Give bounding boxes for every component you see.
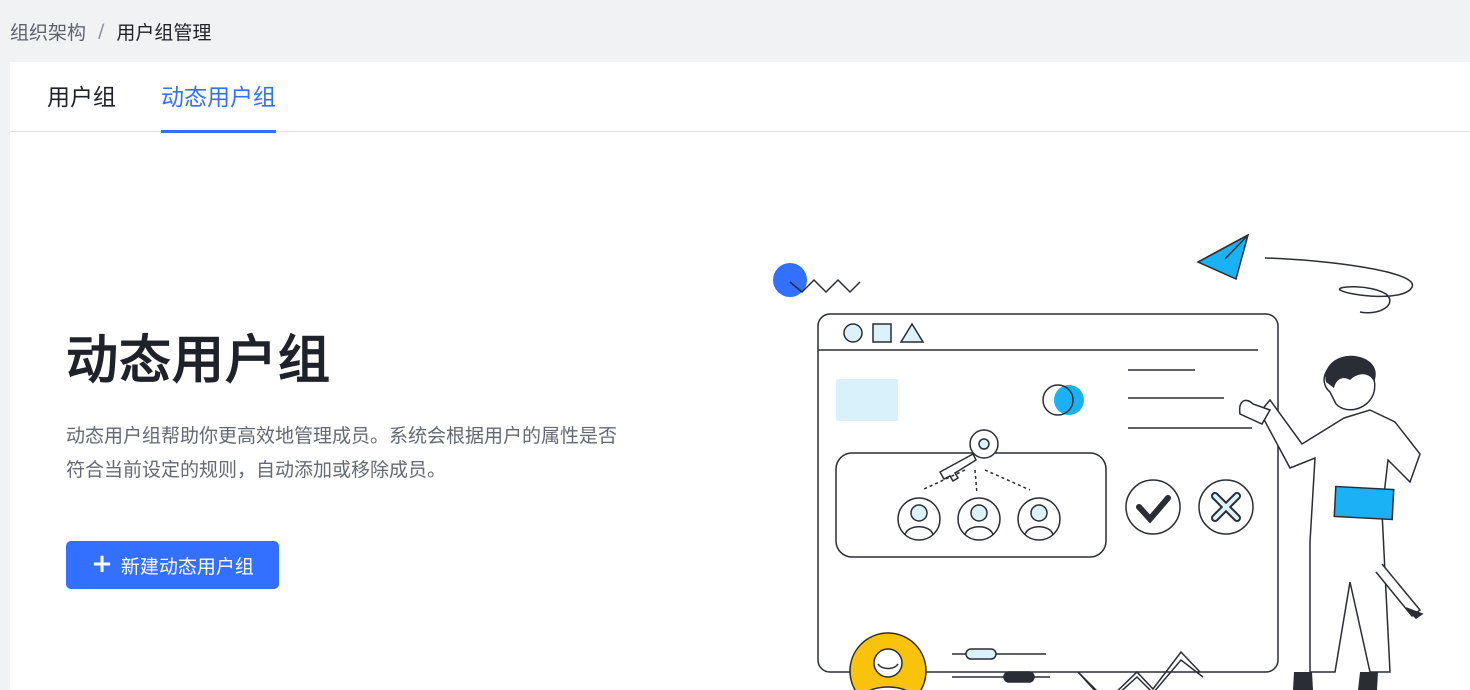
content-card: 用户组 动态用户组 动态用户组 动态用户组帮助你更高效地管理成员。系统会根据用户… bbox=[10, 62, 1470, 690]
tab-dynamic-user-groups[interactable]: 动态用户组 bbox=[161, 62, 276, 133]
breadcrumb: 组织架构 / 用户组管理 bbox=[10, 0, 211, 62]
circle-shape-icon bbox=[843, 323, 863, 343]
breadcrumb-current: 用户组管理 bbox=[116, 21, 212, 44]
create-dynamic-group-button[interactable]: + 新建动态用户组 bbox=[66, 541, 279, 589]
square-shape-icon bbox=[872, 323, 892, 343]
plus-icon: + bbox=[91, 549, 113, 579]
breadcrumb-org-structure[interactable]: 组织架构 bbox=[10, 18, 86, 45]
check-circle-icon bbox=[1125, 479, 1181, 535]
page-description: 动态用户组帮助你更高效地管理成员。系统会根据用户的属性是否符合当前设定的规则，自… bbox=[66, 425, 618, 481]
paper-plane-icon bbox=[1196, 233, 1414, 314]
tab-user-groups[interactable]: 用户组 bbox=[47, 62, 116, 132]
close-circle-icon bbox=[1198, 479, 1254, 535]
page-title: 动态用户组 bbox=[66, 331, 332, 391]
breadcrumb-separator: / bbox=[98, 20, 105, 42]
tab-bar: 用户组 动态用户组 bbox=[10, 62, 1470, 133]
dynamic-group-illustration bbox=[773, 233, 1424, 690]
placeholder-block bbox=[836, 379, 898, 421]
create-button-label: 新建动态用户组 bbox=[120, 555, 254, 578]
